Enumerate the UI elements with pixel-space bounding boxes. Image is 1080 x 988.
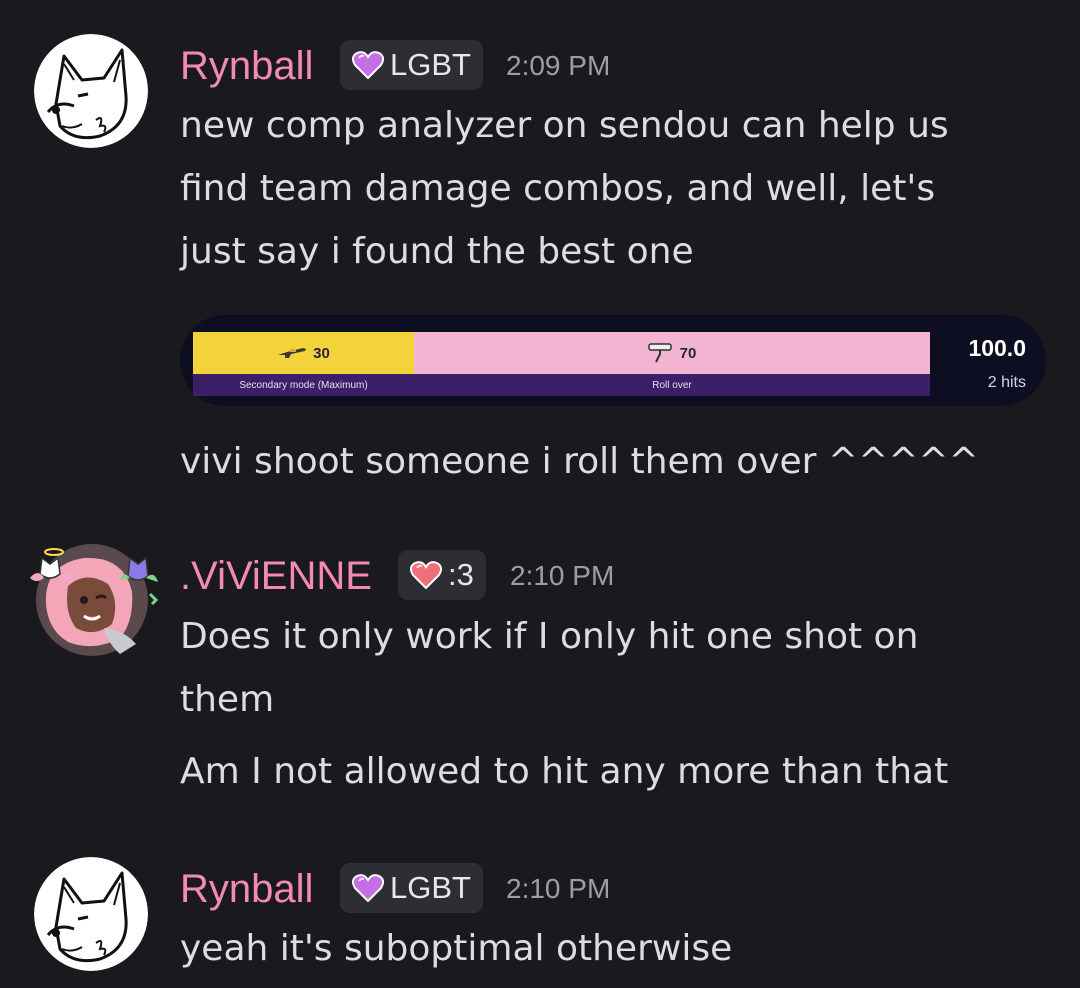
user-tag[interactable]: :3 — [398, 550, 486, 600]
damage-segment: 70 Roll over — [414, 332, 930, 396]
tag-label: LGBT — [390, 47, 471, 82]
message-text-line: Does it only work if I only hit one shot… — [180, 616, 919, 657]
character-avatar-icon — [30, 544, 159, 656]
message-text-line: them — [180, 679, 275, 720]
segment-label: Roll over — [414, 374, 930, 396]
timestamp: 2:10 PM — [510, 560, 615, 591]
wolf-avatar-icon — [34, 857, 148, 971]
timestamp: 2:09 PM — [506, 50, 611, 81]
damage-total: 100.0 — [968, 335, 1026, 361]
message-text-line: vivi shoot someone i roll them over ^^^^… — [180, 441, 979, 482]
damage-combo-embed[interactable]: 30 Secondary mode (Maximum) 70 Roll over… — [180, 315, 1046, 406]
segment-value: 70 — [679, 344, 697, 362]
message-text-line: yeah it's suboptimal otherwise — [180, 928, 733, 969]
purple-heart-icon — [352, 874, 384, 902]
message-text-line: just say i found the best one — [180, 231, 694, 272]
timestamp: 2:10 PM — [506, 873, 611, 904]
hit-count: 2 hits — [987, 374, 1026, 391]
user-tag[interactable]: LGBT — [340, 40, 483, 90]
username[interactable]: .ViViENNE — [180, 548, 372, 604]
message-text-line: Am I not allowed to hit any more than th… — [180, 751, 949, 792]
username[interactable]: Rynball — [180, 38, 313, 94]
message-text-line: new comp analyzer on sendou can help us — [180, 105, 949, 146]
purple-heart-icon — [352, 51, 384, 79]
roller-weapon-icon — [647, 343, 672, 363]
username[interactable]: Rynball — [180, 861, 313, 917]
wolf-avatar-icon — [34, 34, 148, 148]
user-tag[interactable]: LGBT — [340, 863, 483, 913]
tag-label: LGBT — [390, 870, 471, 905]
message-text-line: find team damage combos, and well, let's — [180, 168, 936, 209]
sniper-weapon-icon — [278, 348, 307, 358]
rynball-avatar[interactable] — [34, 857, 148, 971]
red-heart-icon — [410, 561, 442, 589]
damage-segment: 30 Secondary mode (Maximum) — [193, 332, 414, 396]
segment-label: Secondary mode (Maximum) — [193, 374, 414, 396]
segment-value: 30 — [313, 344, 330, 362]
vivienne-avatar[interactable] — [30, 544, 159, 658]
tag-label: :3 — [448, 557, 474, 592]
rynball-avatar[interactable] — [34, 34, 148, 148]
